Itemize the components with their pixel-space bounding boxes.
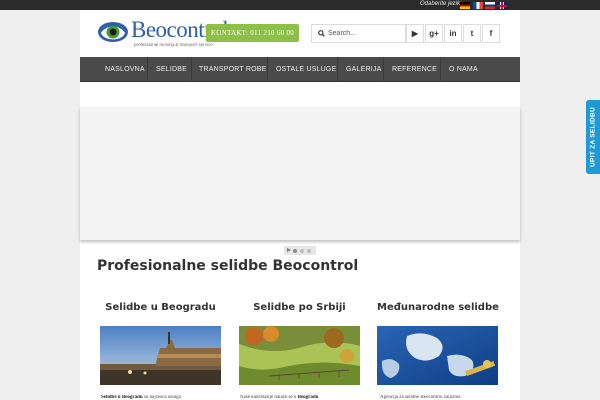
logo-tagline: professional moving & transport service — [134, 42, 213, 47]
column-title-belgrade[interactable]: Selidbe u Beogradu — [100, 302, 221, 313]
countryside-photo[interactable] — [239, 326, 360, 385]
nav-separator — [147, 57, 148, 82]
search-input[interactable] — [328, 26, 404, 41]
french-flag-icon[interactable] — [473, 2, 483, 9]
nav-item-o-nama[interactable]: O NAMA — [449, 57, 478, 82]
search-box — [311, 24, 406, 43]
nav-item-naslovna[interactable]: NASLOVNA — [105, 57, 145, 82]
german-flag-icon[interactable] — [460, 2, 470, 9]
nav-item-selidbe[interactable]: SELIDBE — [156, 57, 187, 82]
nav-separator — [337, 57, 338, 82]
slider-dot[interactable] — [307, 248, 311, 253]
column-text-belgrade: Selidbe u Beogradu su najčešća usluga — [101, 395, 181, 400]
slider-dot[interactable] — [293, 248, 297, 253]
language-label: Odaberite jezik: — [420, 1, 462, 7]
slider-dot[interactable] — [300, 248, 304, 253]
nav-item-ostale-usluge[interactable]: OSTALE USLUGE — [276, 57, 336, 82]
play-icon[interactable] — [287, 248, 291, 252]
hero-slider[interactable] — [80, 107, 520, 240]
nav-separator — [440, 57, 441, 82]
nav-separator — [191, 57, 192, 82]
youtube-icon[interactable]: ▶ — [406, 24, 424, 43]
slider-controls — [284, 246, 316, 255]
facebook-icon[interactable]: f — [482, 24, 500, 43]
belgrade-fortress-photo[interactable] — [100, 326, 221, 385]
linkedin-icon[interactable]: in — [444, 24, 462, 43]
page-title: Profesionalne selidbe Beocontrol — [97, 258, 359, 274]
world-map-photo[interactable] — [377, 326, 498, 385]
google-plus-icon[interactable]: g+ — [425, 24, 443, 43]
logo-eye-icon — [98, 22, 128, 42]
search-icon[interactable] — [318, 30, 325, 37]
main-navigation: NASLOVNA SELIDBE TRANSPORT ROBE OSTALE U… — [80, 57, 520, 82]
english-flag-icon[interactable] — [497, 2, 507, 9]
column-title-international[interactable]: Međunarodne selidbe — [377, 302, 499, 313]
nav-separator — [267, 57, 268, 82]
column-title-serbia[interactable]: Selidbe po Srbiji — [239, 302, 360, 313]
russian-flag-icon[interactable] — [485, 2, 495, 9]
site-logo[interactable]: Beocontrol professional moving & transpo… — [97, 17, 229, 49]
top-language-bar: Odaberite jezik: — [0, 0, 600, 10]
moving-inquiry-tab[interactable]: UPIT ZA SELIDBU — [586, 100, 600, 174]
moving-inquiry-label: UPIT ZA SELIDBU — [589, 107, 597, 167]
nav-item-transport-robe[interactable]: TRANSPORT ROBE — [199, 57, 267, 82]
nav-item-reference[interactable]: REFERENCE — [392, 57, 437, 82]
column-text-international: Agencija za selidbe Beocontrol zauzima — [380, 395, 461, 400]
nav-separator — [383, 57, 384, 82]
column-text-serbia: Naše kancelarije nalaze se u Beogradu — [240, 395, 319, 400]
contact-button[interactable]: KONTAKT: 011 210 60 00 — [206, 24, 299, 42]
twitter-icon[interactable]: t — [463, 24, 481, 43]
nav-item-galerija[interactable]: GALERIJA — [346, 57, 381, 82]
